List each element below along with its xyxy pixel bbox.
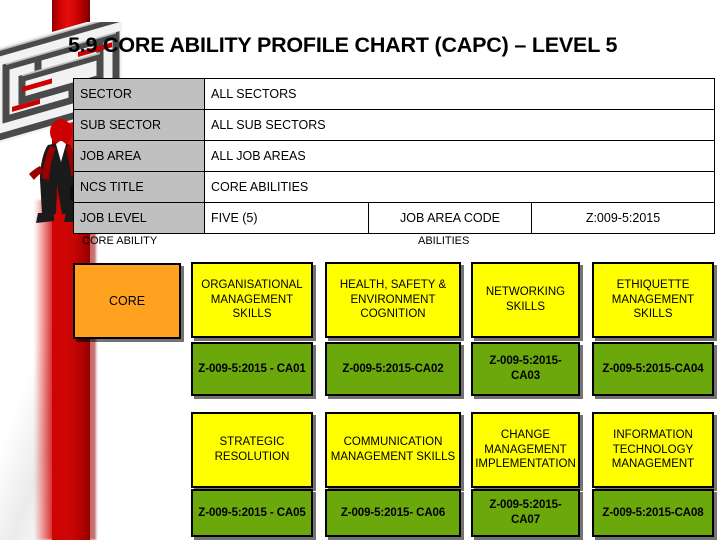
ability-code-box-ca05: Z-009-5:2015 - CA05 bbox=[191, 489, 313, 537]
ability-box-ca06: COMMUNICATION MANAGEMENT SKILLS bbox=[325, 412, 461, 488]
page-title: 5.9 CORE ABILITY PROFILE CHART (CAPC) – … bbox=[68, 33, 618, 57]
ability-label-ca08: INFORMATION TECHNOLOGY MANAGEMENT bbox=[611, 428, 695, 471]
table-row: SECTOR ALL SECTORS bbox=[73, 78, 715, 110]
table-row: JOB LEVEL FIVE (5) JOB AREA CODE Z:009-5… bbox=[73, 202, 715, 234]
core-ability-box: CORE bbox=[73, 263, 181, 339]
row-label-ncs-title: NCS TITLE bbox=[73, 171, 205, 203]
ability-code-box-ca01: Z-009-5:2015 - CA01 bbox=[191, 342, 313, 396]
red-gradient-overlay bbox=[34, 200, 96, 540]
ability-box-ca05: STRATEGIC RESOLUTION bbox=[191, 412, 313, 488]
ability-box-ca03: NETWORKING SKILLS bbox=[471, 262, 580, 338]
ability-label-ca06: COMMUNICATION MANAGEMENT SKILLS bbox=[330, 436, 456, 463]
ability-label-ca01: ORGANISATIONAL MANAGEMENT SKILLS bbox=[201, 278, 303, 321]
ability-label-ca02: HEALTH, SAFETY & ENVIRONMENT COGNITION bbox=[339, 278, 447, 321]
profile-info-table: SECTOR ALL SECTORS SUB SECTOR ALL SUB SE… bbox=[73, 78, 715, 234]
ability-code-ca04: Z-009-5:2015-CA04 bbox=[602, 362, 704, 375]
row-value-job-area-code: Z:009-5:2015 bbox=[531, 202, 715, 234]
ability-label-ca05: STRATEGIC RESOLUTION bbox=[214, 436, 290, 463]
ability-code-box-ca07: Z-009-5:2015-CA07 bbox=[471, 489, 580, 537]
ability-code-ca03: Z-009-5:2015-CA03 bbox=[489, 355, 562, 382]
row-label-job-area: JOB AREA bbox=[73, 140, 205, 172]
ability-code-box-ca03: Z-009-5:2015-CA03 bbox=[471, 342, 580, 396]
row-value-ncs-title: CORE ABILITIES bbox=[204, 171, 715, 203]
ability-box-ca02: HEALTH, SAFETY & ENVIRONMENT COGNITION bbox=[325, 262, 461, 338]
ability-code-box-ca06: Z-009-5:2015- CA06 bbox=[325, 489, 461, 537]
ability-label-ca03: NETWORKING SKILLS bbox=[485, 286, 566, 313]
row-label-sector: SECTOR bbox=[73, 78, 205, 110]
table-row: SUB SECTOR ALL SUB SECTORS bbox=[73, 109, 715, 141]
ability-code-ca08: Z-009-5:2015-CA08 bbox=[602, 506, 704, 519]
slide-canvas: 5.9 CORE ABILITY PROFILE CHART (CAPC) – … bbox=[0, 0, 720, 540]
ability-box-ca08: INFORMATION TECHNOLOGY MANAGEMENT bbox=[592, 412, 714, 488]
ability-code-box-ca04: Z-009-5:2015-CA04 bbox=[592, 342, 714, 396]
row-label-sub-sector: SUB SECTOR bbox=[73, 109, 205, 141]
ability-code-ca06: Z-009-5:2015- CA06 bbox=[340, 506, 446, 519]
row-value-sector: ALL SECTORS bbox=[204, 78, 715, 110]
ability-code-ca02: Z-009-5:2015-CA02 bbox=[342, 362, 444, 375]
ability-code-ca07: Z-009-5:2015-CA07 bbox=[489, 499, 562, 526]
table-row: NCS TITLE CORE ABILITIES bbox=[73, 171, 715, 203]
ability-code-box-ca02: Z-009-5:2015-CA02 bbox=[325, 342, 461, 396]
ability-code-box-ca08: Z-009-5:2015-CA08 bbox=[592, 489, 714, 537]
row-value-job-area: ALL JOB AREAS bbox=[204, 140, 715, 172]
row-value-job-level: FIVE (5) bbox=[204, 202, 369, 234]
ability-label-ca04: ETHIQUETTE MANAGEMENT SKILLS bbox=[611, 278, 695, 321]
ability-box-ca01: ORGANISATIONAL MANAGEMENT SKILLS bbox=[191, 262, 313, 338]
core-ability-label: CORE bbox=[108, 294, 146, 308]
ability-box-ca04: ETHIQUETTE MANAGEMENT SKILLS bbox=[592, 262, 714, 338]
ability-code-ca01: Z-009-5:2015 - CA01 bbox=[198, 362, 306, 375]
row-label-job-area-code: JOB AREA CODE bbox=[368, 202, 532, 234]
caption-core-ability: CORE ABILITY bbox=[82, 235, 158, 247]
table-row: JOB AREA ALL JOB AREAS bbox=[73, 140, 715, 172]
ability-label-ca07: CHANGE MANAGEMENT IMPLEMENTATION bbox=[475, 428, 576, 471]
row-value-sub-sector: ALL SUB SECTORS bbox=[204, 109, 715, 141]
row-label-job-level: JOB LEVEL bbox=[73, 202, 205, 234]
ability-code-ca05: Z-009-5:2015 - CA05 bbox=[198, 506, 306, 519]
caption-abilities: ABILITIES bbox=[418, 235, 470, 247]
ability-box-ca07: CHANGE MANAGEMENT IMPLEMENTATION bbox=[471, 412, 580, 488]
